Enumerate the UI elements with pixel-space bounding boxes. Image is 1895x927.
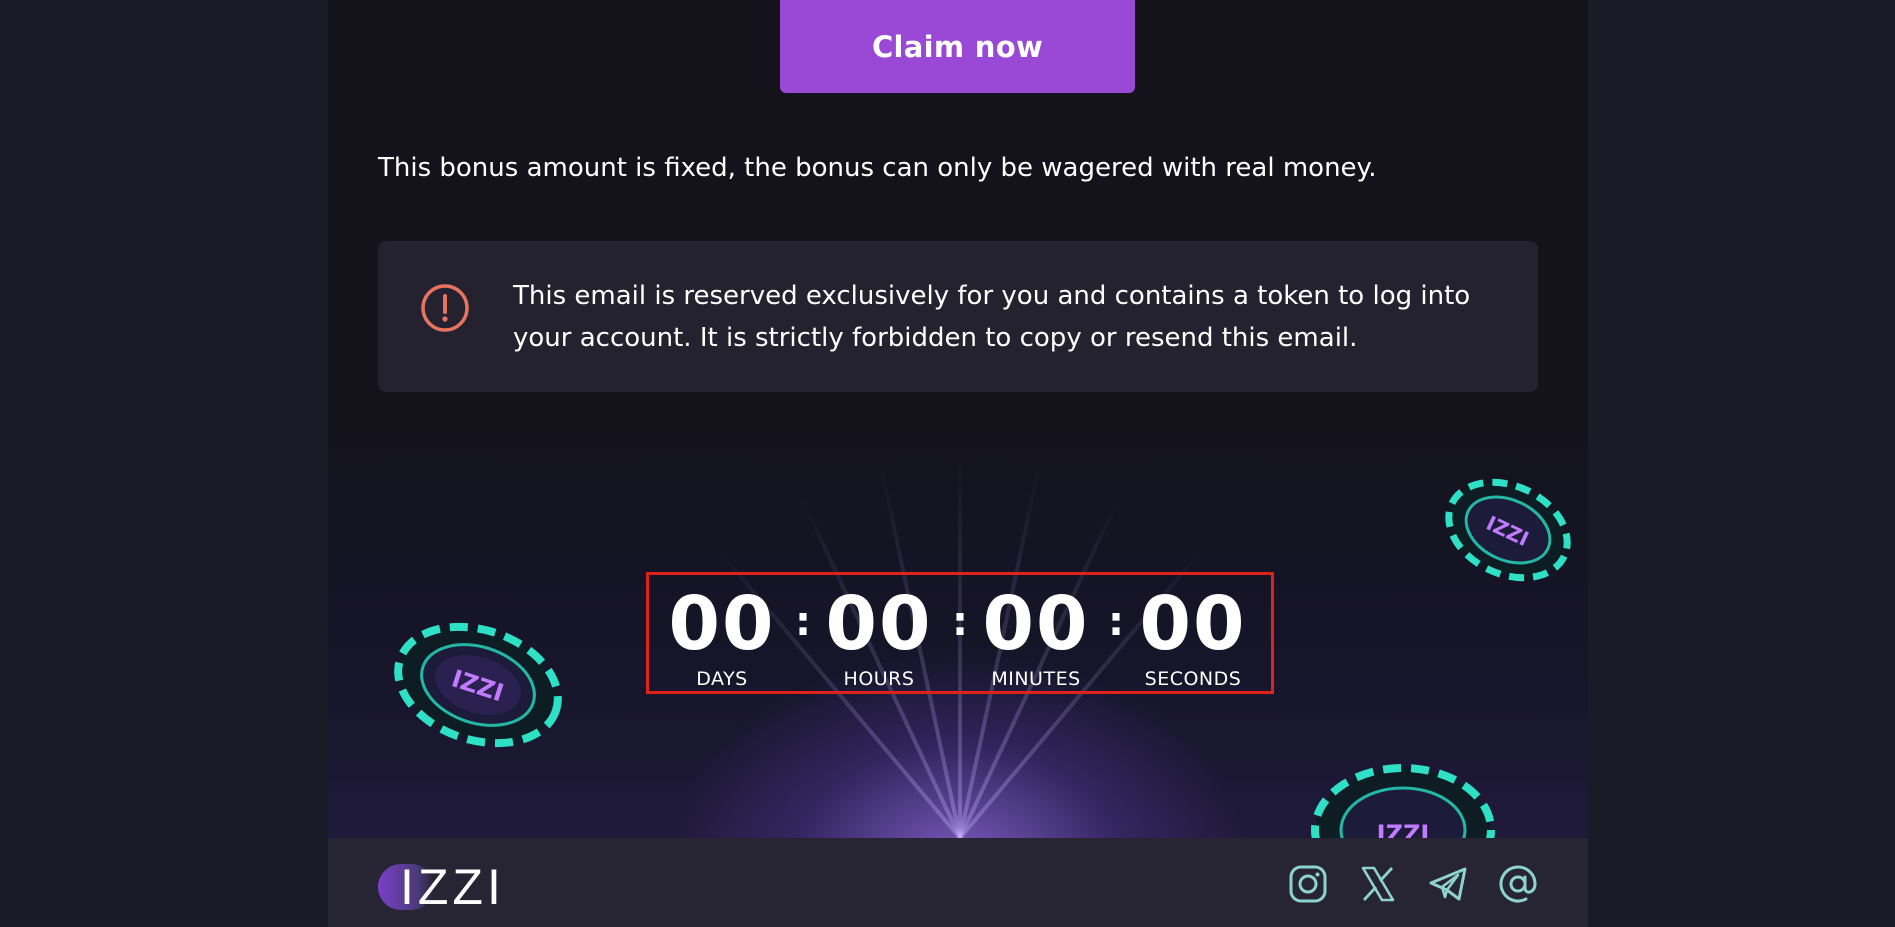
casino-chip-left: IZZI <box>394 622 562 748</box>
security-notice: This email is reserved exclusively for y… <box>378 241 1538 392</box>
seconds-label: SECONDS <box>1144 668 1242 690</box>
casino-chip-right-bottom: IZZI <box>1311 764 1495 838</box>
instagram-icon[interactable] <box>1288 864 1328 904</box>
notice-text: This email is reserved exclusively for y… <box>513 281 1471 353</box>
countdown-seconds: 00 SECONDS <box>1128 575 1258 689</box>
countdown-banner: IZZI IZZI IZZI 00 DAYS : 00 HOURS: 00 M… <box>328 420 1588 838</box>
email-footer: IZZI <box>328 838 1588 927</box>
countdown-separator: : <box>1108 599 1124 645</box>
claim-now-button[interactable]: Claim now <box>780 0 1135 93</box>
izzi-logo[interactable]: IZZI <box>378 860 538 914</box>
telegram-icon[interactable] <box>1428 864 1468 904</box>
logo-text: IZZI <box>400 859 505 915</box>
days-label: DAYS <box>696 668 748 690</box>
x-icon[interactable] <box>1358 864 1398 904</box>
minutes-label: MINUTES <box>991 668 1081 690</box>
hours-value: 00 <box>825 581 933 667</box>
casino-chip-right-top: IZZI <box>1445 478 1571 582</box>
svg-text:IZZI: IZZI <box>1377 820 1430 838</box>
countdown-minutes: 00 MINUTES <box>971 575 1101 689</box>
hours-label: HOURS <box>843 668 915 690</box>
exclamation-circle-icon <box>421 284 469 332</box>
at-icon[interactable] <box>1498 864 1538 904</box>
countdown-separator: : <box>952 599 968 645</box>
countdown-timer: 00 DAYS : 00 HOURS : 00 MINUTES : 00 SEC… <box>646 572 1274 694</box>
countdown-separator: : <box>795 599 811 645</box>
minutes-value: 00 <box>982 581 1090 667</box>
days-value: 00 <box>668 581 776 667</box>
countdown-hours: 00 HOURS <box>814 575 944 689</box>
email-body: Claim now This bonus amount is fixed, th… <box>328 0 1588 927</box>
seconds-value: 00 <box>1139 581 1247 667</box>
countdown-days: 00 DAYS <box>657 575 787 689</box>
bonus-terms-text: This bonus amount is fixed, the bonus ca… <box>378 153 1377 183</box>
